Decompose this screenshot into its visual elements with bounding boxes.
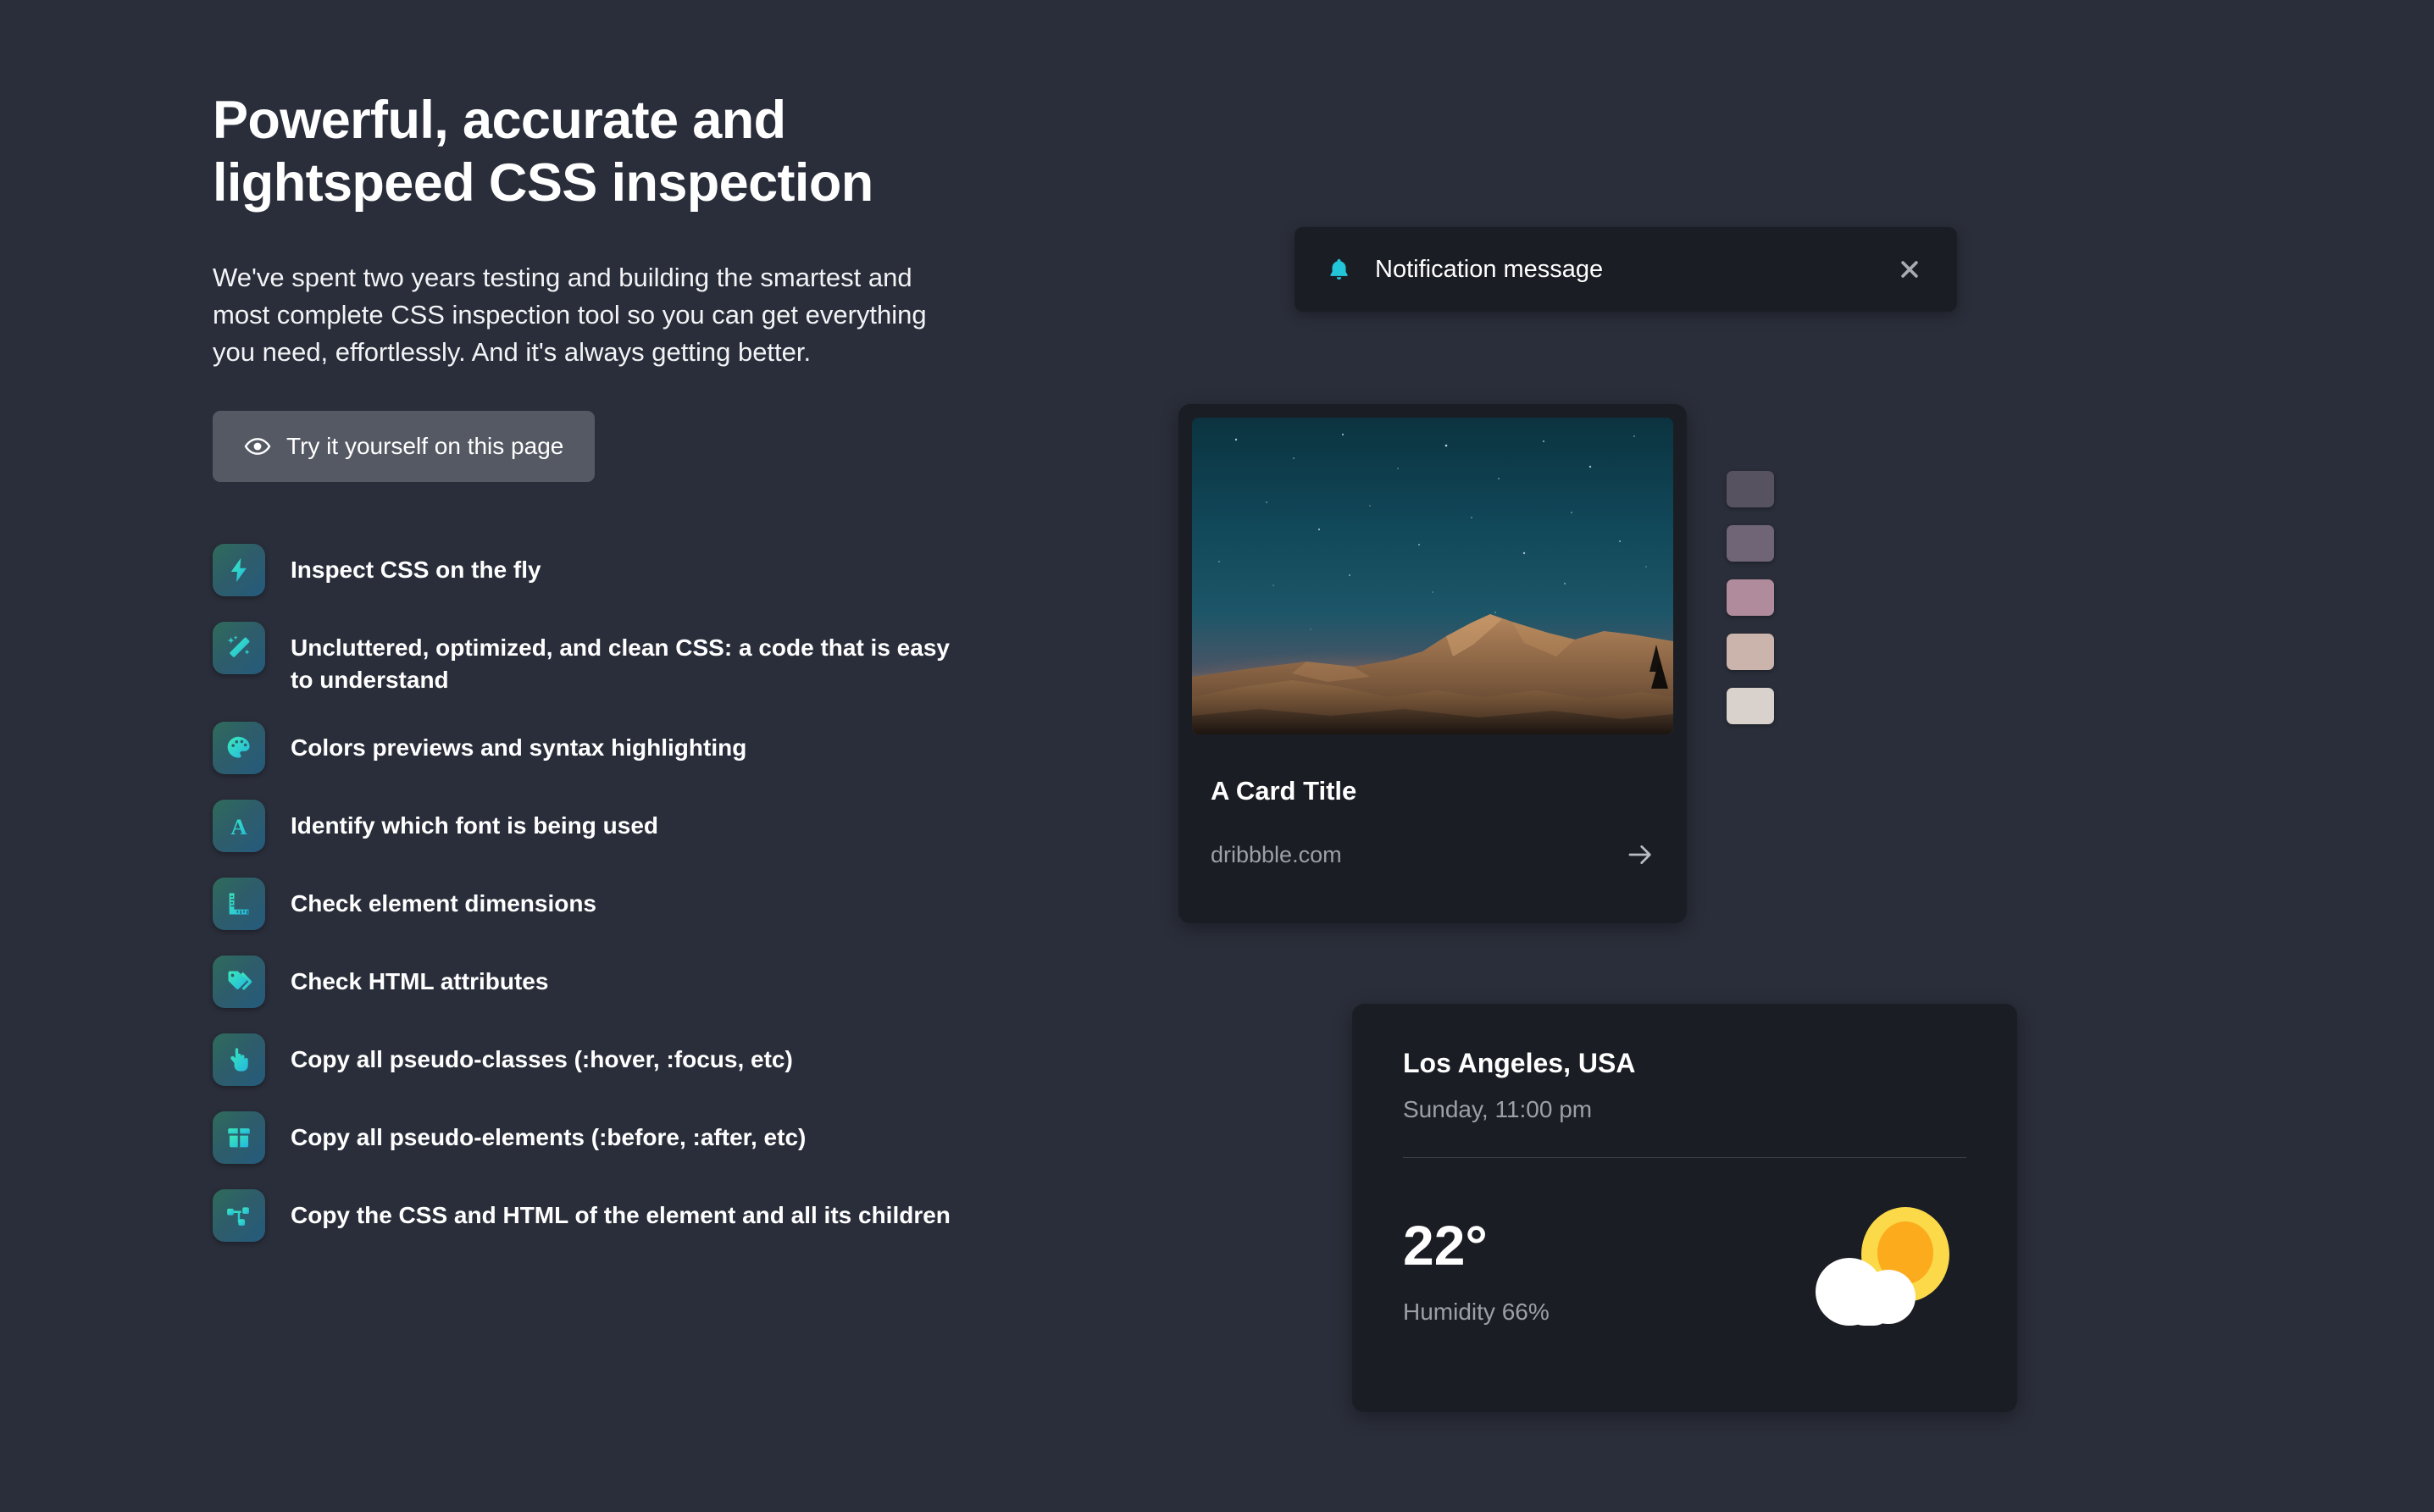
list-item: Copy all pseudo-elements (:before, :afte… (213, 1110, 975, 1164)
list-item-label: Copy all pseudo-classes (:hover, :focus,… (291, 1045, 793, 1072)
lightning-bolt-icon (213, 543, 265, 596)
weather-humidity: Humidity 66% (1403, 1299, 1550, 1325)
notification-banner: Notification message (1295, 227, 1957, 312)
list-item-label: Check element dimensions (291, 889, 597, 917)
weather-time: Sunday, 11:00 pm (1403, 1096, 1593, 1122)
ruler-icon (213, 877, 265, 930)
list-item-label: Check HTML attributes (291, 967, 549, 994)
pointing-hand-icon (213, 1033, 265, 1086)
try-it-yourself-label: Try it yourself on this page (286, 432, 564, 459)
swatch-5[interactable] (1727, 688, 1774, 724)
eye-icon (244, 433, 271, 460)
palette-icon (213, 721, 265, 774)
list-item-label: Copy all pseudo-elements (:before, :afte… (291, 1123, 807, 1150)
card-domain: dribbble.com (1211, 841, 1342, 867)
sun-behind-cloud-icon (1797, 1202, 1966, 1326)
list-item: Inspect CSS on the fly (213, 543, 975, 596)
list-item-label: Copy the CSS and HTML of the element and… (291, 1201, 951, 1228)
arrow-right-icon[interactable] (1626, 840, 1655, 869)
card-title: A Card Title (1211, 776, 1357, 806)
list-item-label: Inspect CSS on the fly (291, 556, 541, 583)
page-title: Powerful, accurate and lightspeed CSS in… (213, 91, 873, 213)
media-card[interactable]: A Card Title dribbble.com (1178, 404, 1687, 923)
list-item: Check HTML attributes (213, 955, 975, 1008)
list-item: Uncluttered, optimized, and clean CSS: a… (213, 621, 975, 696)
swatch-4[interactable] (1727, 634, 1774, 670)
list-item: Copy the CSS and HTML of the element and… (213, 1188, 975, 1242)
svg-text:A: A (230, 814, 247, 839)
list-item: Check element dimensions (213, 877, 975, 930)
swatch-2[interactable] (1727, 525, 1774, 562)
node-tree-icon (213, 1188, 265, 1242)
notification-message: Notification message (1375, 255, 1604, 283)
list-item-label: Colors previews and syntax highlighting (291, 734, 747, 761)
weather-widget: Los Angeles, USA Sunday, 11:00 pm 22° Hu… (1352, 1004, 2017, 1412)
list-item-label: Uncluttered, optimized, and clean CSS: a… (291, 634, 950, 693)
swatch-1[interactable] (1727, 471, 1774, 507)
weather-city: Los Angeles, USA (1403, 1048, 1636, 1078)
swatch-3[interactable] (1727, 579, 1774, 616)
list-item: Copy all pseudo-classes (:hover, :focus,… (213, 1033, 975, 1086)
bell-icon (1326, 257, 1352, 283)
weather-body: 22° Humidity 66% (1403, 1202, 1966, 1326)
hero-section: Powerful, accurate and lightspeed CSS in… (213, 89, 975, 1242)
close-icon[interactable] (1893, 253, 1926, 285)
card-footer: dribbble.com (1211, 840, 1655, 869)
tags-icon (213, 955, 265, 1008)
hero-description: We've spent two years testing and buildi… (213, 262, 927, 367)
list-item: Colors previews and syntax highlighting (213, 721, 975, 774)
list-item: A Identify which font is being used (213, 799, 975, 852)
weather-temperature: 22° (1403, 1214, 1488, 1277)
font-letter-a-icon: A (213, 799, 265, 852)
feature-list: Inspect CSS on the fly Uncluttered, opti… (213, 543, 975, 1242)
color-swatch-list (1727, 471, 1774, 724)
list-item-label: Identify which font is being used (291, 811, 659, 839)
box-icon (213, 1110, 265, 1164)
divider (1403, 1157, 1966, 1158)
try-it-yourself-button[interactable]: Try it yourself on this page (213, 410, 596, 482)
magic-wand-icon (213, 621, 265, 674)
card-image (1192, 418, 1673, 734)
